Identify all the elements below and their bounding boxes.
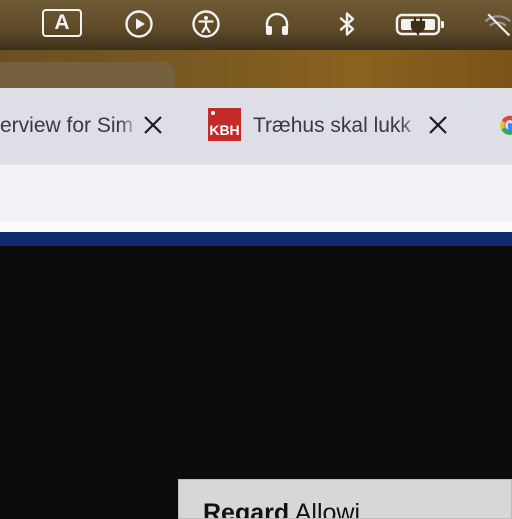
page-header-strip — [0, 222, 512, 232]
tab-title: Træhus skal lukk — [253, 114, 411, 137]
close-icon[interactable] — [427, 114, 449, 136]
headphones-icon[interactable] — [260, 7, 294, 41]
tab-overview[interactable]: erview for Sim — [0, 106, 140, 146]
input-source-icon[interactable]: A — [42, 9, 82, 37]
close-icon[interactable] — [142, 114, 164, 136]
card-text: Allowi — [294, 499, 361, 519]
page-content — [0, 246, 512, 512]
cookie-consent-card: Regard Allowi — [178, 479, 512, 519]
card-heading: Regard — [203, 499, 290, 519]
accessibility-icon[interactable] — [189, 7, 223, 41]
site-nav-bar — [0, 232, 512, 246]
tab-traehus[interactable]: Træhus skal lukk — [253, 106, 425, 146]
favicon-label: KBH — [209, 122, 240, 138]
tab-strip: erview for Sim Træhus skal lukk — [0, 88, 512, 164]
battery-charging-icon[interactable] — [394, 7, 448, 41]
play-icon[interactable] — [122, 7, 156, 41]
google-icon[interactable] — [496, 111, 512, 139]
kbh-favicon: KBH — [208, 108, 241, 141]
favicon-dot — [211, 111, 215, 115]
tab-title: erview for Sim — [0, 114, 134, 137]
wifi-icon[interactable] — [480, 7, 512, 41]
bluetooth-icon[interactable] — [330, 7, 364, 41]
browser-toolbar — [0, 164, 512, 223]
menubar: A — [0, 0, 512, 50]
